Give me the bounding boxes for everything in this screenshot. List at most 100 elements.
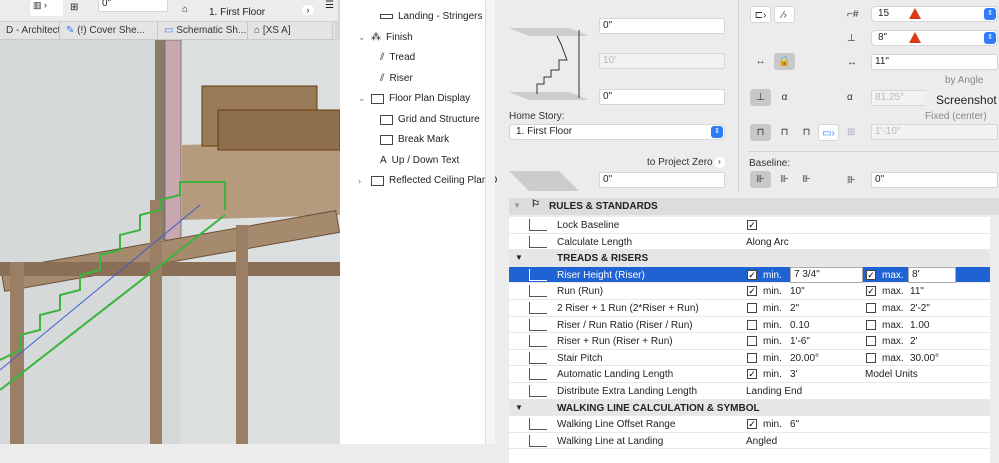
- max-value[interactable]: 2': [910, 336, 917, 347]
- tree-item-grid-structure[interactable]: Grid and Structure: [380, 114, 480, 125]
- min-value[interactable]: 0.10: [790, 320, 809, 331]
- tree-scrollbar[interactable]: [485, 0, 495, 444]
- table-row-lock-baseline[interactable]: Lock Baseline ✓: [509, 217, 990, 234]
- treads-risers-header[interactable]: ▼ TREADS & RISERS: [509, 250, 990, 267]
- min-checkbox[interactable]: [747, 303, 757, 313]
- min-value[interactable]: 10": [790, 286, 805, 297]
- walking-landing-value[interactable]: Angled: [746, 436, 777, 447]
- risers-count-select[interactable]: 15 ⇕: [871, 6, 998, 22]
- walking-landing-icon: [529, 434, 547, 447]
- table-row-rule[interactable]: Riser Height (Riser) ✓ min. 7 3/4" ✓ max.…: [509, 266, 990, 284]
- min-checkbox[interactable]: [747, 319, 757, 330]
- select-stepper-icon: ⇕: [984, 32, 996, 44]
- collapse-triangle-icon[interactable]: ▼: [515, 253, 523, 262]
- angle-mode-button[interactable]: α: [774, 89, 795, 106]
- rule-label: Run (Run): [557, 286, 604, 298]
- tab-xs-a[interactable]: ⌂ [XS A]: [248, 22, 333, 40]
- min-value[interactable]: 2": [790, 303, 799, 314]
- min-checkbox[interactable]: [747, 352, 757, 363]
- walking-offset-checkbox[interactable]: ✓: [747, 419, 757, 430]
- max-checkbox[interactable]: [866, 336, 876, 347]
- table-row-distribute-landing[interactable]: Distribute Extra Landing Length Landing …: [509, 383, 990, 400]
- baseline-right-button[interactable]: ⊪: [796, 171, 817, 188]
- min-checkbox[interactable]: ✓: [747, 269, 757, 280]
- lock-tread-button[interactable]: 🔒: [774, 53, 795, 70]
- tree-item-landing-stringers[interactable]: Landing - Stringers: [380, 11, 483, 22]
- chevron-right-icon[interactable]: ›: [358, 176, 366, 186]
- max-checkbox[interactable]: ✓: [866, 286, 876, 297]
- auto-landing-min[interactable]: 3': [790, 369, 797, 380]
- table-row-rule[interactable]: Riser + Run (Riser + Run) min. 1'-6" max.…: [509, 333, 990, 350]
- table-row-walking-offset[interactable]: Walking Line Offset Range ✓ min. 6": [509, 416, 990, 433]
- min-value-input[interactable]: 7 3/4": [790, 266, 863, 283]
- max-checkbox[interactable]: ✓: [866, 269, 876, 280]
- baseline-left-button[interactable]: ⊪: [750, 171, 771, 188]
- rules-section-header[interactable]: ▼ ⚐ RULES & STANDARDS: [509, 198, 999, 215]
- tree-item-finish[interactable]: ⌄ ⁂ Finish: [358, 32, 413, 43]
- lock-baseline-checkbox[interactable]: ✓: [747, 220, 757, 230]
- table-row-walking-landing[interactable]: Walking Line at Landing Angled: [509, 433, 990, 450]
- collapse-triangle-icon[interactable]: ▼: [515, 403, 523, 412]
- max-value[interactable]: 11": [910, 286, 924, 297]
- riser-mode-button[interactable]: ⊥: [750, 89, 771, 106]
- home-story-select[interactable]: 1. First Floor ⇕: [509, 124, 725, 140]
- tab-architectural[interactable]: D - Architect...: [0, 22, 60, 40]
- chevron-down-icon[interactable]: ⌄: [358, 32, 366, 43]
- width-right-button[interactable]: ⊓: [796, 124, 817, 141]
- riser-height-select[interactable]: 8" ⇕: [871, 30, 998, 46]
- max-checkbox[interactable]: [866, 352, 876, 363]
- bottom-offset-field[interactable]: 0": [599, 89, 725, 105]
- auto-landing-checkbox[interactable]: ✓: [747, 369, 757, 380]
- stair-type-button[interactable]: ⊏›: [750, 6, 771, 23]
- baseline-center-button[interactable]: ⊪: [774, 171, 795, 188]
- project-zero-chevron-button[interactable]: ›: [714, 157, 725, 168]
- baseline-offset-field[interactable]: 0": [871, 172, 998, 188]
- top-offset-field[interactable]: 0": [599, 18, 725, 34]
- walking-offset-min[interactable]: 6": [790, 419, 799, 430]
- table-row-rule[interactable]: Stair Pitch min. 20.00° max. 30.00°: [509, 350, 990, 367]
- min-value[interactable]: 1'-6": [790, 336, 810, 347]
- table-row-auto-landing[interactable]: Automatic Landing Length ✓ min. 3' Model…: [509, 366, 990, 383]
- structure-button[interactable]: ▥ ›: [30, 0, 63, 16]
- calculate-length-value[interactable]: Along Arc: [746, 237, 789, 248]
- max-value[interactable]: 1.00: [910, 320, 929, 331]
- tread-depth-mode-button[interactable]: ↔: [750, 53, 771, 70]
- tree-item-reflected-ceiling[interactable]: › Reflected Ceiling Plan D: [358, 175, 497, 186]
- width-options-button[interactable]: ▭›: [818, 124, 839, 141]
- table-scrollbar[interactable]: [990, 215, 999, 444]
- stair-flight-button[interactable]: ⁄›: [774, 6, 795, 23]
- table-row-rule[interactable]: 2 Riser + 1 Run (2*Riser + Run) min. 2" m…: [509, 300, 990, 317]
- width-left-button[interactable]: ⊓: [750, 124, 771, 141]
- max-value[interactable]: 2'-2": [910, 303, 930, 314]
- tree-item-break-mark[interactable]: Break Mark: [380, 134, 449, 145]
- distribute-value[interactable]: Landing End: [746, 386, 802, 397]
- min-checkbox[interactable]: [747, 336, 757, 347]
- max-checkbox[interactable]: [866, 319, 876, 330]
- project-zero-field[interactable]: 0": [599, 172, 725, 188]
- risers-count-icon: ⌐#: [847, 9, 859, 20]
- tree-item-riser[interactable]: ⫽ Riser: [380, 73, 413, 84]
- offset-field[interactable]: 0": [98, 0, 168, 12]
- tab-cover-sheet[interactable]: ✎ (!) Cover She...: [60, 22, 158, 40]
- width-center-button[interactable]: ⊓: [774, 124, 795, 141]
- tab-schematic[interactable]: ▭ Schematic Sh...: [158, 22, 248, 40]
- auto-landing-units[interactable]: Model Units: [865, 369, 918, 380]
- 3d-view[interactable]: [0, 0, 340, 444]
- table-row-rule[interactable]: Run (Run) ✓ min. 10" ✓ max. 11": [509, 283, 990, 300]
- min-value[interactable]: 20.00°: [790, 353, 819, 364]
- walking-line-header[interactable]: ▼ WALKING LINE CALCULATION & SYMBOL: [509, 399, 990, 417]
- tree-item-up-down-text[interactable]: A Up / Down Text: [380, 155, 459, 166]
- tread-depth-field[interactable]: 11": [871, 54, 998, 70]
- stair-tool-icon[interactable]: ☰: [325, 0, 334, 11]
- tree-item-floor-plan-display[interactable]: ⌄ Floor Plan Display: [358, 93, 470, 104]
- table-row-calculate-length[interactable]: Calculate Length Along Arc: [509, 234, 990, 251]
- max-value-input[interactable]: 8': [908, 266, 956, 283]
- tree-item-tread[interactable]: ⫽ Tread: [380, 52, 415, 63]
- table-row-rule[interactable]: Riser / Run Ratio (Riser / Run) min. 0.10…: [509, 317, 990, 334]
- story-chevron-button[interactable]: ›: [302, 5, 314, 15]
- min-checkbox[interactable]: ✓: [747, 286, 757, 297]
- max-checkbox[interactable]: [866, 303, 876, 313]
- max-value[interactable]: 30.00°: [910, 353, 939, 364]
- collapse-triangle-icon[interactable]: ▼: [513, 201, 521, 210]
- chevron-down-icon[interactable]: ⌄: [358, 93, 366, 104]
